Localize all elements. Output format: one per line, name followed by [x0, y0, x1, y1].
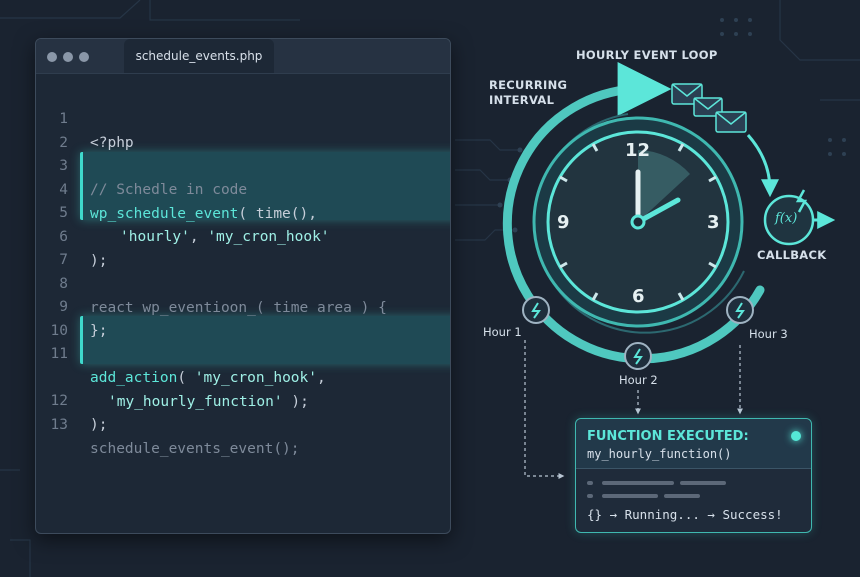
hour-2-label: Hour 2 — [619, 373, 658, 387]
log-bullet — [587, 481, 593, 485]
clock-number-3: 3 — [707, 212, 720, 233]
executed-function-name: my_hourly_function() — [587, 447, 732, 461]
hour-3-label: Hour 3 — [749, 327, 788, 341]
card-header: FUNCTION EXECUTED: my_hourly_function() — [576, 419, 811, 469]
log-bullet — [587, 494, 593, 498]
status-led-icon — [791, 431, 801, 441]
hour-2-node-icon[interactable] — [624, 342, 652, 370]
log-bar — [602, 494, 658, 498]
hour-1-label: Hour 1 — [483, 325, 522, 339]
loop-title: HOURLY EVENT LOOP — [576, 48, 718, 62]
clock-number-12: 12 — [625, 140, 651, 161]
hour-1-node-icon[interactable] — [522, 296, 550, 324]
interval-label-line1: RECURRING — [489, 78, 568, 92]
envelope-icon — [715, 111, 747, 133]
function-executed-card: FUNCTION EXECUTED: my_hourly_function() … — [575, 418, 812, 533]
log-bar — [680, 481, 726, 485]
execution-status: {} → Running... → Success! — [587, 507, 783, 522]
clock-center — [630, 214, 646, 230]
hour-1-connector — [524, 340, 565, 479]
hour-3-node-icon[interactable] — [726, 296, 754, 324]
log-bar — [602, 481, 674, 485]
card-title: FUNCTION EXECUTED: — [587, 429, 749, 444]
callback-arrow — [746, 134, 779, 198]
callback-fx-text: f(x) — [775, 211, 798, 226]
callback-label: CALLBACK — [757, 248, 827, 262]
interval-label-line2: INTERVAL — [489, 93, 555, 107]
clock-number-9: 9 — [557, 212, 570, 233]
log-bar — [664, 494, 700, 498]
clock-number-6: 6 — [632, 286, 645, 307]
